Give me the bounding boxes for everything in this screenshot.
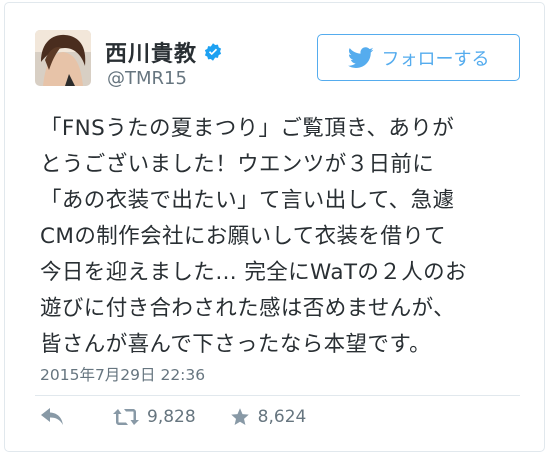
like-button[interactable]: 8,624 (230, 407, 307, 427)
tweet-line: CMの制作会社にお願いして衣装を借りて (40, 224, 447, 249)
star-icon (230, 408, 249, 425)
tweet-card: 西川貴教 @TMR15 フォローする 「FNSうたの夏まつり」ご覧頂き、ありが … (4, 2, 545, 452)
author-handle[interactable]: @TMR15 (107, 68, 187, 89)
tweet-line: 今日を迎えました… 完全にWaTの２人のお (40, 260, 467, 285)
tweet-line: 遊びに付き合わされた感は否めませんが、 (40, 296, 456, 321)
author-row: 西川貴教 (105, 36, 223, 68)
avatar[interactable] (35, 30, 91, 86)
display-name[interactable]: 西川貴教 (105, 36, 197, 68)
reply-button[interactable] (41, 408, 65, 426)
like-count: 8,624 (257, 407, 307, 427)
follow-button-label: フォローする (381, 48, 490, 70)
twitter-bird-icon (347, 46, 374, 68)
divider (35, 395, 520, 396)
tweet-line: 皆さんが喜んで下さったなら本望です。 (40, 332, 431, 357)
tweet-line: 「あの衣装で出たい」て言い出して、急遽 (40, 188, 455, 213)
tweet-actions: 9,828 8,624 (41, 407, 306, 427)
verified-badge-icon (204, 43, 222, 61)
retweet-icon (113, 409, 139, 425)
follow-button[interactable]: フォローする (317, 34, 520, 81)
retweet-button[interactable]: 9,828 (113, 407, 196, 427)
tweet-text: 「FNSうたの夏まつり」ご覧頂き、ありが とうございました！ウエンツが３日前に … (40, 111, 520, 363)
retweet-count: 9,828 (147, 407, 196, 427)
reply-icon (41, 408, 63, 425)
tweet-line: とうございました！ウエンツが３日前に (40, 152, 435, 177)
tweet-timestamp[interactable]: 2015年7月29日 22:36 (40, 363, 205, 385)
tweet-line: 「FNSうたの夏まつり」ご覧頂き、ありが (40, 116, 455, 141)
